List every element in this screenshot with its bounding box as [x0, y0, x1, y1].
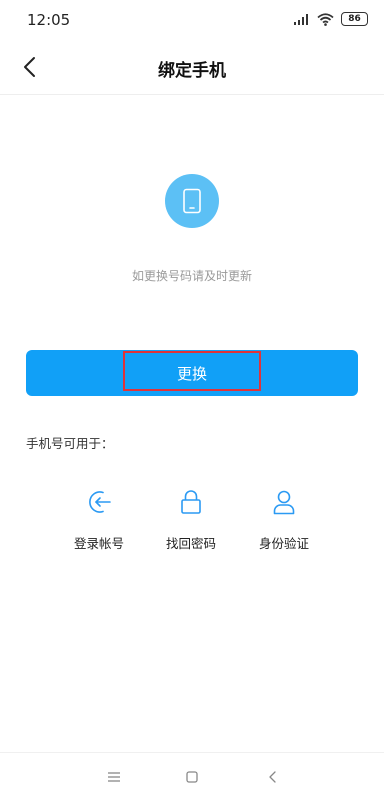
uses-label: 手机号可用于： [26, 436, 114, 451]
signal-icon [294, 14, 308, 25]
home-icon [186, 771, 198, 783]
wifi-icon [317, 12, 334, 26]
update-hint: 如更换号码请及时更新 [131, 269, 252, 283]
status-icons: 86 [294, 12, 368, 26]
status-bar: 12:05 86 [0, 0, 384, 40]
login-icon [89, 491, 111, 513]
screen: 12:05 86 绑定手机 如更换号码请及时更新 更换 手机号可用于： 登录帐号… [0, 0, 384, 800]
battery-icon: 86 [341, 12, 368, 26]
page-title: 绑定手机 [158, 61, 226, 81]
nav-back-button[interactable] [263, 767, 283, 787]
change-button-label: 更换 [176, 365, 207, 383]
nav-menu-button[interactable] [104, 767, 124, 787]
phone-icon [183, 188, 201, 214]
phone-icon-circle [165, 174, 219, 228]
nav-bar [0, 752, 384, 800]
menu-icon [108, 772, 120, 782]
feature-label: 找回密码 [165, 536, 216, 551]
feature-label: 身份验证 [258, 536, 309, 551]
header: 绑定手机 [0, 40, 384, 95]
back-icon [269, 771, 276, 783]
feature-label: 登录帐号 [73, 536, 124, 551]
lock-icon [181, 490, 201, 514]
status-time: 12:05 [27, 11, 71, 29]
feature-login: 登录帐号 [59, 489, 139, 552]
feature-identity-verify: 身份验证 [244, 489, 324, 552]
nav-home-button[interactable] [182, 767, 202, 787]
user-icon [273, 490, 295, 515]
change-button[interactable]: 更换 [26, 350, 358, 396]
feature-recover-password: 找回密码 [151, 489, 231, 552]
